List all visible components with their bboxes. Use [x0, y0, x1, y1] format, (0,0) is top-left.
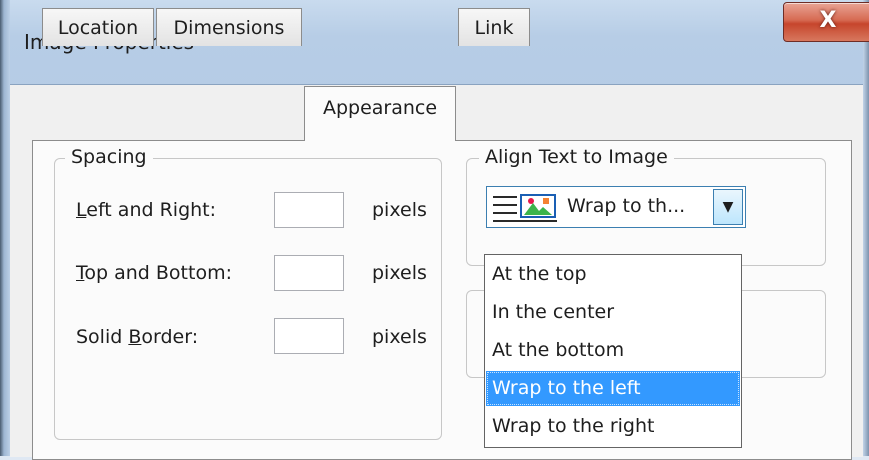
window-frame-left [0, 0, 10, 456]
solid-border-input[interactable] [274, 318, 344, 354]
option-wrap-to-the-left[interactable]: Wrap to the left [486, 371, 740, 406]
tab-link[interactable]: Link [458, 8, 530, 46]
tab-dimensions-label: Dimensions [173, 17, 285, 39]
top-bottom-unit: pixels [372, 262, 427, 284]
solid-border-label: Solid Border: [76, 326, 199, 348]
align-text-group-label: Align Text to Image [479, 146, 674, 168]
align-dropdown-list: At the top In the center At the bottom W… [484, 254, 742, 448]
tab-dimensions[interactable]: Dimensions [156, 8, 302, 46]
top-bottom-input[interactable] [274, 255, 344, 291]
left-right-label: Left and Right: [76, 199, 217, 221]
top-bottom-label: Top and Bottom: [76, 262, 232, 284]
image-properties-dialog: Image Properties X Location Dimensions A… [0, 0, 869, 460]
align-text-combobox[interactable]: Wrap to th... ▼ [486, 186, 746, 228]
left-right-input[interactable] [274, 192, 344, 228]
tab-location-label: Location [57, 17, 139, 39]
chevron-down-icon: ▼ [722, 199, 734, 215]
close-icon: X [819, 8, 837, 33]
tab-link-label: Link [474, 17, 514, 39]
tab-appearance[interactable]: Appearance [304, 86, 456, 141]
wrap-left-icon [493, 194, 557, 222]
option-at-the-bottom[interactable]: At the bottom [486, 333, 740, 368]
close-button[interactable]: X [783, 2, 869, 42]
option-wrap-to-the-right[interactable]: Wrap to the right [486, 409, 740, 444]
window-frame-right [863, 0, 869, 456]
option-in-the-center[interactable]: In the center [486, 295, 740, 330]
align-dropdown-button[interactable]: ▼ [713, 189, 743, 225]
left-right-unit: pixels [372, 199, 427, 221]
align-selected-value: Wrap to th... [567, 195, 686, 217]
tab-location[interactable]: Location [42, 8, 154, 46]
tab-appearance-label: Appearance [322, 97, 438, 119]
option-at-the-top[interactable]: At the top [486, 257, 740, 292]
spacing-group-label: Spacing [65, 146, 153, 168]
solid-border-unit: pixels [372, 326, 427, 348]
